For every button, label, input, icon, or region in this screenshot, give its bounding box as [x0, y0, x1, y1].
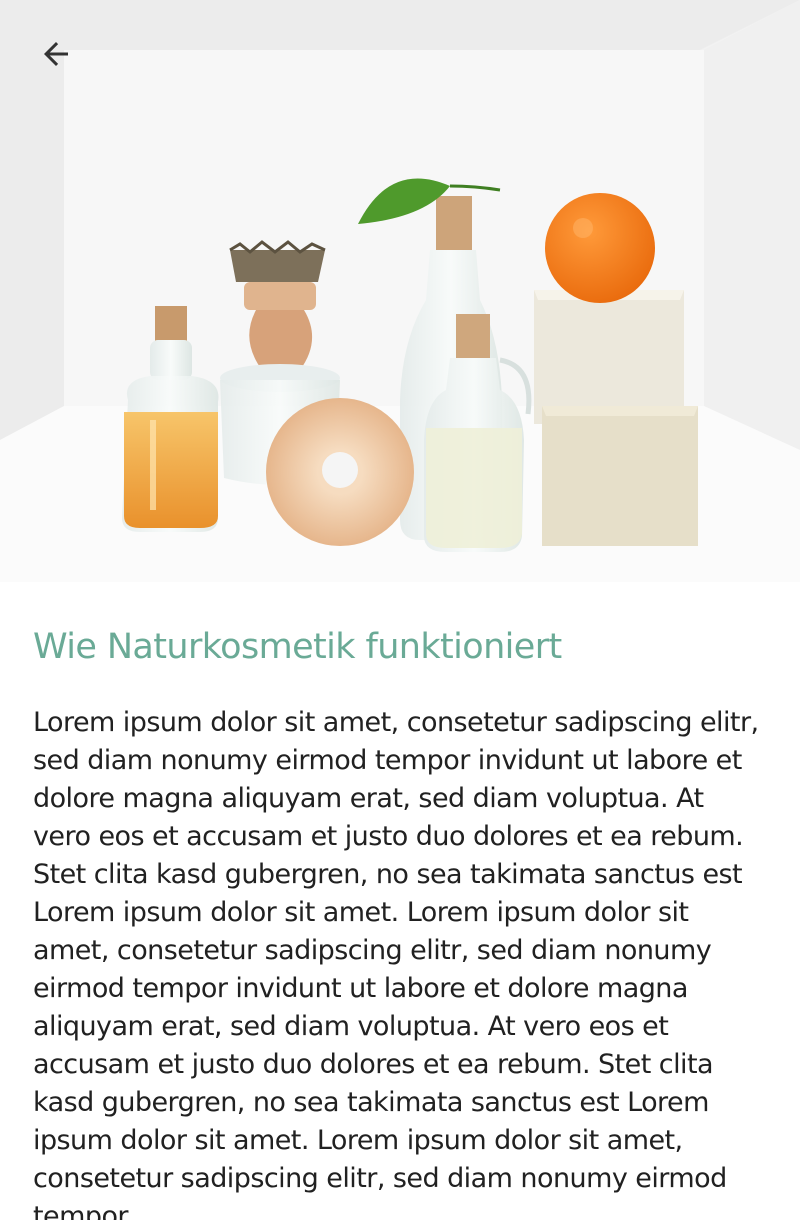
arrow-left-icon — [38, 36, 74, 76]
hero-image — [0, 0, 800, 582]
article-title: Wie Naturkosmetik funktioniert — [33, 627, 562, 667]
back-button[interactable] — [28, 34, 84, 78]
article-content: Wie Naturkosmetik funktioniert Lorem ips… — [33, 620, 768, 1220]
article-screen: Wie Naturkosmetik funktioniert Lorem ips… — [0, 0, 800, 1220]
article-body: Lorem ipsum dolor sit amet, consetetur s… — [33, 707, 759, 1220]
